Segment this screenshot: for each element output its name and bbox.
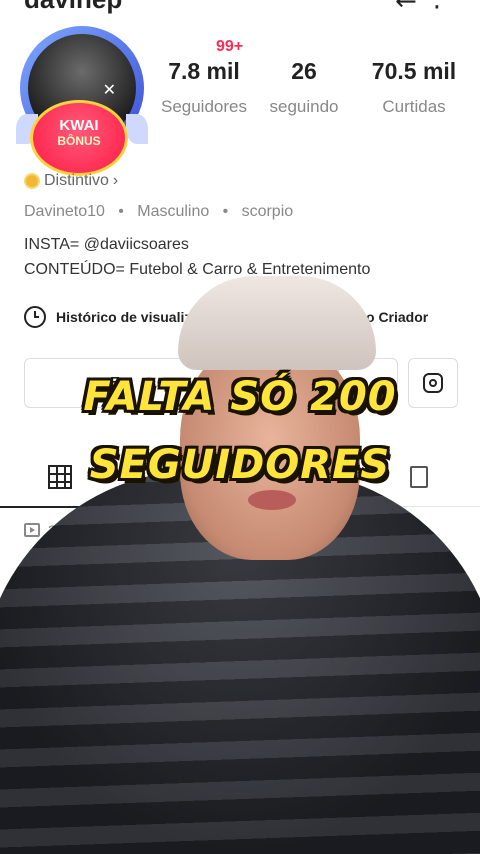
- drafts-thumbnail[interactable]: Rascunhos 9 publicaç: [0, 700, 160, 854]
- separator-dot: •: [213, 203, 238, 220]
- coin-icon: [24, 173, 40, 189]
- followers-stat[interactable]: 7.8 mil Seguidores: [154, 58, 254, 117]
- bio-line-1: INSTA= @daviicsoares: [24, 236, 189, 253]
- bio-line-2: CONTEÚDO= Futebol & Carro & Entretenimen…: [24, 261, 371, 278]
- top-bar: davinep ⇄ ⋮: [0, 0, 480, 20]
- memories-thumbnail[interactable]: Memória 16 publicaçõ: [160, 700, 320, 854]
- likes-label: Curtidas: [382, 97, 446, 116]
- wing-right-icon: [126, 114, 148, 144]
- following-stat[interactable]: 26 seguindo: [262, 58, 346, 117]
- close-icon: ✕: [102, 82, 116, 99]
- caption-line-1: FALTA SÓ 200: [83, 374, 397, 420]
- notification-count: 99+: [216, 38, 244, 55]
- header-icons[interactable]: ⇄ ⋮: [395, 0, 450, 13]
- posts-count-row: 2: [24, 522, 56, 538]
- followers-value: 7.8 mil: [168, 58, 240, 84]
- history-link[interactable]: Histórico de visualizaçã: [24, 306, 215, 328]
- profile-name: Davineto10: [24, 203, 105, 220]
- username[interactable]: davinep: [24, 0, 122, 15]
- followers-label: Seguidores: [160, 97, 247, 116]
- likes-value: 70.5 mil: [371, 58, 457, 84]
- profile-info: Davineto10 • Masculino • scorpio: [24, 203, 293, 221]
- kwai-bonus-badge[interactable]: KWAI BÔNUS: [30, 100, 128, 176]
- profile-gender: Masculino: [137, 203, 210, 220]
- video-thumbnail[interactable]: [320, 700, 480, 854]
- avatar[interactable]: ✕ KWAI BÔNUS: [12, 22, 152, 176]
- following-label: seguindo: [269, 97, 339, 116]
- drafts-title: Rascunhos: [34, 822, 105, 838]
- creator-link[interactable]: o Criador: [366, 309, 428, 325]
- badge-label: Distintivo: [44, 172, 109, 189]
- caption-line-2: SEGUIDORES: [89, 442, 391, 488]
- likes-stat[interactable]: 70.5 mil Curtidas: [362, 58, 466, 117]
- following-value: 26: [291, 58, 317, 84]
- posts-count: 2: [48, 522, 56, 538]
- kwai-badge-line1: KWAI: [59, 117, 99, 134]
- play-icon: [24, 523, 40, 537]
- you-label: you: [24, 654, 47, 670]
- memories-title: Memória: [200, 822, 255, 838]
- profile-sign: scorpio: [241, 203, 294, 220]
- badge-link[interactable]: Distintivo ›: [24, 172, 118, 190]
- chevron-right-icon: ›: [112, 172, 119, 189]
- history-label: Histórico de visualizaçã: [56, 309, 215, 325]
- separator-dot: •: [109, 203, 133, 220]
- memories-count: 16 publicaçõ: [200, 840, 262, 852]
- drafts-count: 9 publicaç: [34, 840, 84, 852]
- clock-icon: [24, 306, 46, 328]
- kwai-badge-line2: BÔNUS: [57, 134, 101, 148]
